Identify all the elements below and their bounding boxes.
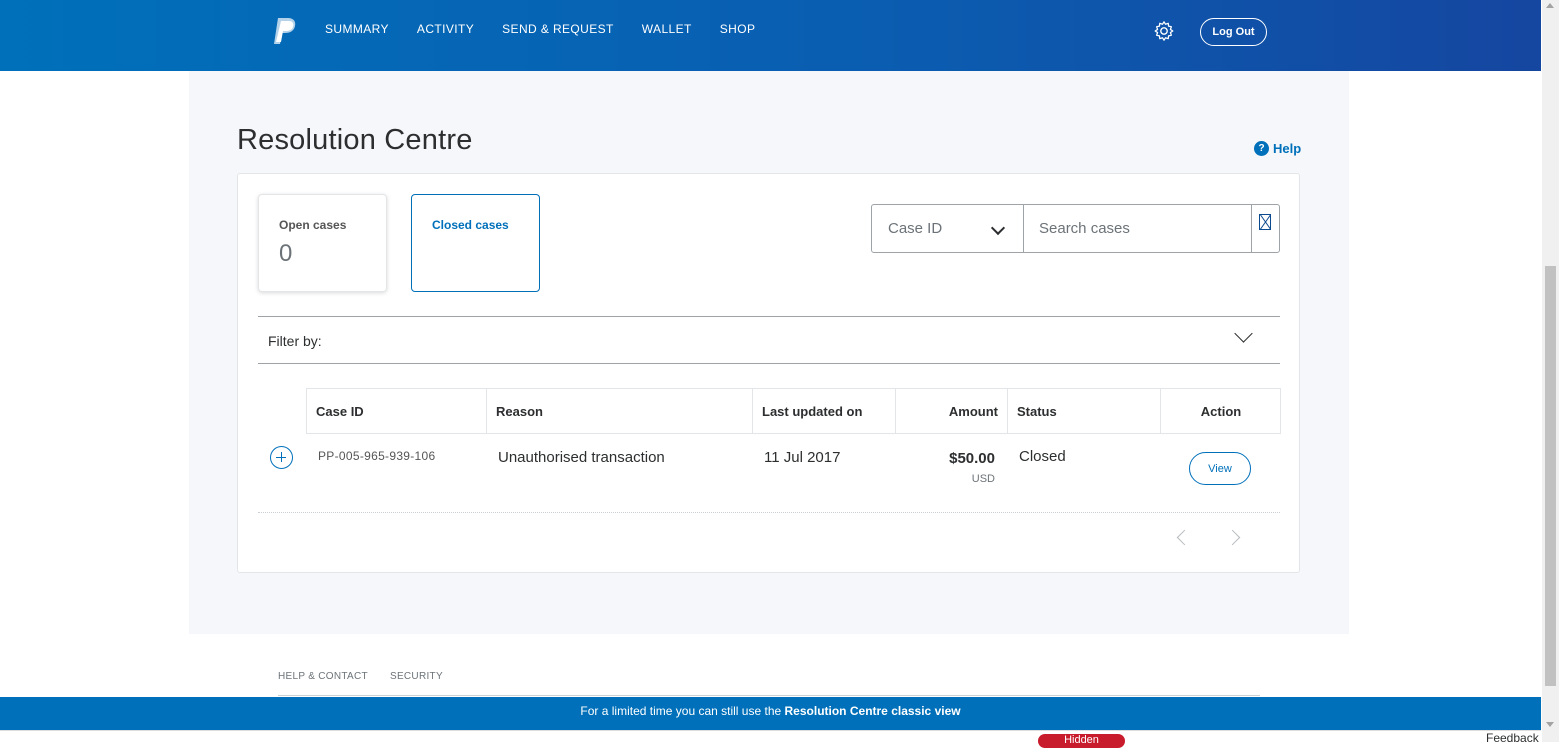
nav-wallet[interactable]: WALLET <box>642 22 692 36</box>
classic-view-banner: For a limited time you can still use the… <box>0 697 1541 730</box>
view-case-button[interactable]: View <box>1189 452 1251 485</box>
closed-cases-tile[interactable]: Closed cases <box>411 194 540 292</box>
scroll-up-arrow-icon[interactable] <box>1546 3 1554 8</box>
footer-link-help-contact[interactable]: HELP & CONTACT <box>278 671 368 682</box>
nav-activity[interactable]: ACTIVITY <box>417 22 474 36</box>
currency-value: USD <box>971 473 995 485</box>
column-header-amount: Amount <box>948 404 998 419</box>
search-cases-box: Case ID <box>871 204 1280 253</box>
search-icon <box>1259 214 1271 230</box>
case-id-value: PP-005-965-939-106 <box>318 449 436 463</box>
gear-icon[interactable] <box>1153 20 1175 42</box>
column-divider <box>1007 389 1008 433</box>
column-divider <box>752 389 753 433</box>
logout-button[interactable]: Log Out <box>1200 18 1267 46</box>
chevron-down-icon <box>990 220 1006 236</box>
footer-divider <box>278 695 1260 696</box>
question-icon: ? <box>1254 141 1269 156</box>
amount-value: $50.00 <box>949 450 995 467</box>
column-header-last-updated: Last updated on <box>762 404 863 419</box>
top-navigation-bar: SUMMARY ACTIVITY SEND & REQUEST WALLET S… <box>0 0 1541 71</box>
open-cases-count: 0 <box>279 240 293 267</box>
open-cases-tile[interactable]: Open cases 0 <box>258 194 387 292</box>
column-header-status: Status <box>1017 404 1057 419</box>
banner-text: For a limited time you can still use the <box>580 704 785 718</box>
nav-send-request[interactable]: SEND & REQUEST <box>502 22 614 36</box>
expand-row-icon[interactable] <box>270 446 293 469</box>
help-link[interactable]: ? Help <box>1254 141 1301 156</box>
classic-view-link[interactable]: Resolution Centre classic view <box>785 704 961 718</box>
hidden-toggle[interactable]: Hidden <box>1038 734 1125 748</box>
page-title: Resolution Centre <box>237 124 473 156</box>
search-input[interactable] <box>1024 205 1251 252</box>
nav-summary[interactable]: SUMMARY <box>325 22 389 36</box>
paypal-logo[interactable] <box>272 16 298 46</box>
bottom-strip <box>0 730 1541 743</box>
reason-value: Unauthorised transaction <box>498 449 665 466</box>
nav-shop[interactable]: SHOP <box>720 22 756 36</box>
column-header-case-id: Case ID <box>316 404 364 419</box>
closed-cases-label: Closed cases <box>432 218 509 232</box>
chevron-down-icon[interactable] <box>1234 324 1253 343</box>
last-updated-value: 11 Jul 2017 <box>764 449 841 466</box>
footer-link-security[interactable]: SECURITY <box>390 671 443 682</box>
feedback-tab[interactable]: Feedback <box>1486 731 1539 745</box>
column-divider <box>895 389 896 433</box>
filter-label: Filter by: <box>268 333 322 349</box>
scroll-down-arrow-icon[interactable] <box>1546 722 1554 727</box>
column-header-action: Action <box>1200 404 1242 419</box>
search-button[interactable] <box>1251 205 1280 252</box>
cases-table-header: Case ID Reason Last updated on Amount St… <box>306 388 1281 434</box>
open-cases-label: Open cases <box>279 218 347 232</box>
main-nav: SUMMARY ACTIVITY SEND & REQUEST WALLET S… <box>325 22 783 36</box>
search-field-selected: Case ID <box>888 220 943 237</box>
status-value: Closed <box>1019 448 1066 465</box>
scrollbar-thumb[interactable] <box>1545 266 1556 686</box>
footer-links: HELP & CONTACT SECURITY <box>278 671 443 682</box>
row-divider <box>258 512 1280 513</box>
help-label: Help <box>1273 141 1302 156</box>
filter-bar[interactable]: Filter by: <box>258 316 1280 364</box>
column-divider <box>486 389 487 433</box>
column-header-reason: Reason <box>496 404 543 419</box>
search-field-select[interactable]: Case ID <box>872 205 1024 252</box>
